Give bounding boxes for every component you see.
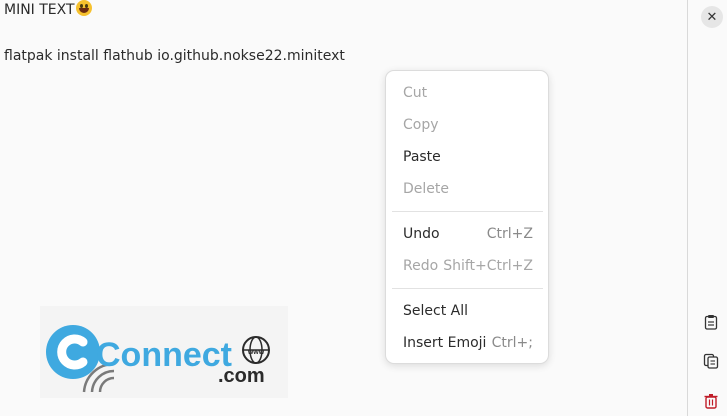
menu-item-select-all[interactable]: Select All (386, 297, 550, 325)
menu-item-label: Paste (403, 149, 441, 165)
copy-icon[interactable] (703, 353, 719, 369)
logo-brand-suffix: .com (218, 365, 265, 387)
editor-line-1-text: MINI TEXT (4, 2, 75, 18)
menu-item-paste[interactable]: Paste (386, 143, 550, 171)
menu-item-label: Cut (403, 85, 428, 101)
menu-item-insert-emoji[interactable]: Insert Emoji Ctrl+; (386, 329, 550, 357)
menu-item-label: Delete (403, 181, 449, 197)
menu-item-accel: Ctrl+Z (486, 226, 533, 242)
editor-line-1: MINI TEXT (4, 0, 92, 18)
menu-item-label: Copy (403, 117, 439, 133)
close-icon: ✕ (706, 9, 718, 25)
menu-separator (392, 211, 543, 212)
menu-item-accel: Shift+Ctrl+Z (443, 258, 533, 274)
editor-line-3: flatpak install flathub io.github.nokse2… (4, 48, 345, 64)
connect-logo-graphic: Connect www .com (46, 325, 270, 393)
grinning-face-emoji-icon (75, 0, 92, 16)
menu-item-accel: Ctrl+; (491, 335, 533, 351)
menu-item-copy[interactable]: Copy (386, 111, 550, 139)
connect-logo: Connect www .com (40, 306, 288, 398)
menu-item-label: Redo (403, 258, 439, 274)
menu-item-label: Select All (403, 303, 468, 319)
context-menu: Cut Copy Paste Delete Undo Ctrl+Z Redo S… (385, 70, 549, 364)
logo-brand-www: www (247, 349, 265, 356)
trash-icon[interactable] (703, 393, 719, 409)
menu-item-cut[interactable]: Cut (386, 79, 550, 107)
menu-item-undo[interactable]: Undo Ctrl+Z (386, 220, 550, 248)
close-button[interactable]: ✕ (701, 6, 723, 28)
paste-icon[interactable] (703, 314, 719, 330)
sidebar: ✕ (687, 0, 727, 416)
menu-item-delete[interactable]: Delete (386, 175, 550, 203)
menu-item-label: Insert Emoji (403, 335, 487, 351)
menu-separator (392, 288, 543, 289)
logo-brand-word: Connect (96, 336, 232, 374)
menu-item-label: Undo (403, 226, 440, 242)
text-editor-area[interactable]: MINI TEXT flatpak install flathub io.git… (0, 0, 687, 416)
menu-item-redo[interactable]: Redo Shift+Ctrl+Z (386, 252, 550, 280)
